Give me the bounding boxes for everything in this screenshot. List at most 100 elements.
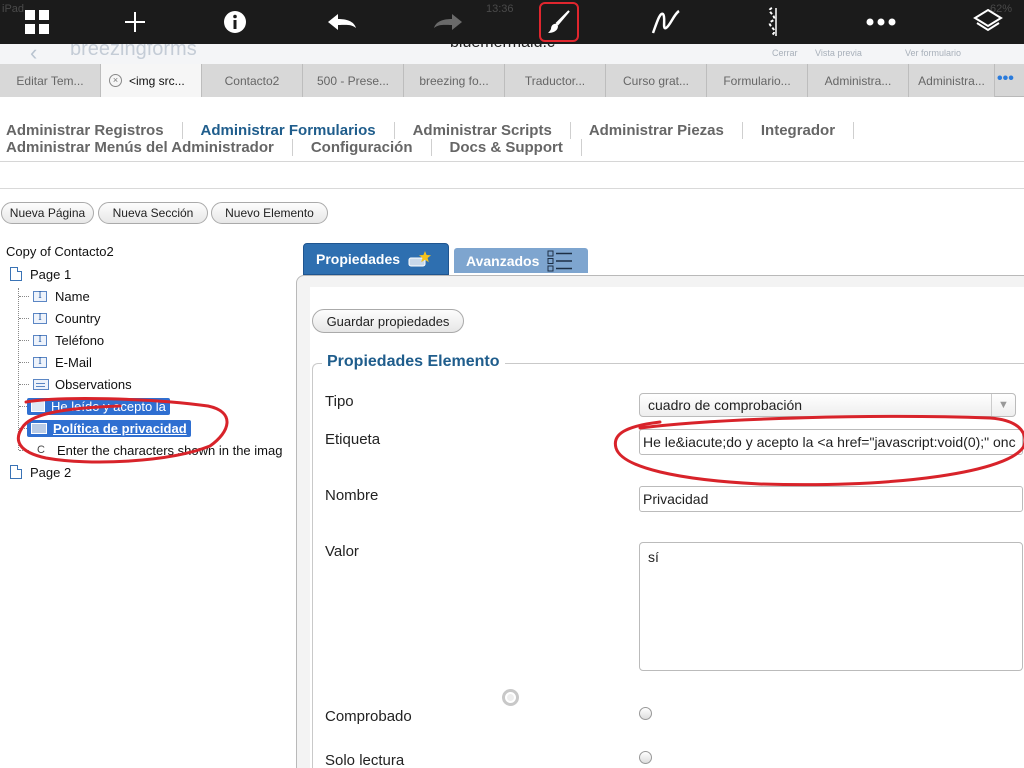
redo-icon[interactable] bbox=[428, 4, 468, 40]
textarea-icon bbox=[33, 378, 49, 390]
tree-item-label: Teléfono bbox=[55, 332, 105, 348]
undo-icon[interactable] bbox=[322, 4, 362, 40]
new-element-button[interactable]: Nuevo Elemento bbox=[211, 202, 328, 224]
chevron-down-icon: ▼ bbox=[991, 394, 1015, 416]
tab-label: Contacto2 bbox=[224, 73, 280, 88]
tree-item[interactable]: I E-Mail bbox=[33, 353, 92, 371]
info-icon[interactable] bbox=[215, 4, 255, 40]
etiqueta-label: Etiqueta bbox=[325, 431, 381, 448]
grid-icon[interactable] bbox=[17, 4, 57, 40]
menu-item-registros[interactable]: Administrar Registros bbox=[6, 122, 183, 139]
ghost-label-2: Vista previa bbox=[815, 48, 862, 58]
tab-advanced[interactable]: Avanzados bbox=[454, 248, 588, 273]
tree-connector bbox=[19, 362, 29, 363]
etiqueta-input[interactable]: He le&iacute;do y acepto la <a href="jav… bbox=[639, 429, 1023, 455]
new-section-button[interactable]: Nueva Sección bbox=[98, 202, 208, 224]
lasso-icon[interactable] bbox=[752, 4, 792, 40]
browser-tab[interactable]: Traductor... bbox=[505, 64, 606, 97]
browser-tab[interactable]: Formulario... bbox=[707, 64, 808, 97]
tab-label: Traductor... bbox=[524, 73, 586, 88]
browser-tab-active[interactable]: × <img src... bbox=[101, 64, 202, 97]
browser-tab[interactable]: Administra... bbox=[909, 64, 995, 97]
status-time: 13:36 bbox=[486, 3, 514, 15]
comprobado-radio[interactable] bbox=[639, 707, 652, 720]
tab-label: breezing fo... bbox=[419, 73, 489, 88]
ghost-label-1: Cerrar bbox=[772, 48, 798, 58]
menu-item-scripts[interactable]: Administrar Scripts bbox=[413, 122, 571, 139]
tree-connector bbox=[19, 340, 29, 341]
tree-page-1[interactable]: Page 1 bbox=[10, 265, 71, 283]
menu-item-menus[interactable]: Administrar Menús del Administrador bbox=[6, 139, 293, 156]
tree-item-selected[interactable]: Política de privacidad bbox=[27, 419, 191, 437]
admin-menu-row: Administrar Registros Administrar Formul… bbox=[6, 122, 872, 139]
tipo-label: Tipo bbox=[325, 393, 354, 410]
tree-root[interactable]: Copy of Contacto2 bbox=[6, 244, 114, 259]
valor-textarea[interactable]: sí bbox=[639, 542, 1023, 671]
tree-item[interactable]: I Country bbox=[33, 309, 101, 327]
comprobado-label: Comprobado bbox=[325, 708, 412, 725]
browser-tab[interactable]: 500 - Prese... bbox=[303, 64, 404, 97]
tree-page-label: Page 2 bbox=[30, 464, 72, 480]
tab-close-icon[interactable]: × bbox=[109, 74, 122, 87]
more-tabs-icon[interactable]: ••• bbox=[997, 64, 1017, 96]
screen: iPad 13:36 62% ‹ breezingforms Cerrar Vi… bbox=[0, 0, 1024, 768]
tree-connector bbox=[19, 296, 29, 297]
checkbox-icon bbox=[31, 400, 45, 412]
nombre-label: Nombre bbox=[325, 487, 379, 504]
layers-icon[interactable] bbox=[968, 4, 1008, 40]
tree-item-label: Country bbox=[55, 310, 101, 326]
tab-label: Administra... bbox=[824, 73, 892, 88]
browser-tab[interactable]: Curso grat... bbox=[606, 64, 707, 97]
tab-label: <img src... bbox=[129, 73, 185, 88]
tab-properties[interactable]: Propiedades bbox=[303, 243, 449, 275]
tab-label: Propiedades bbox=[316, 251, 401, 267]
tipo-select[interactable]: cuadro de comprobación ▼ bbox=[639, 393, 1016, 417]
menu-item-integrador[interactable]: Integrador bbox=[761, 122, 855, 139]
tree-item[interactable]: I Teléfono bbox=[33, 331, 104, 349]
browser-tab[interactable]: Editar Tem... bbox=[0, 64, 101, 97]
tree-item[interactable]: Observations bbox=[33, 375, 132, 393]
tree-page-2[interactable]: Page 2 bbox=[10, 463, 71, 481]
menu-item-piezas[interactable]: Administrar Piezas bbox=[589, 122, 743, 139]
tree-item[interactable]: I Name bbox=[33, 287, 90, 305]
tree-selection: Política de privacidad bbox=[27, 419, 191, 437]
text-field-icon: I bbox=[33, 356, 47, 368]
back-arrow-icon[interactable]: ‹ bbox=[30, 44, 37, 64]
tree-connector bbox=[18, 288, 19, 450]
browser-tab[interactable]: Contacto2 bbox=[202, 64, 303, 97]
folder-icon bbox=[31, 422, 47, 434]
admin-menu-row: Administrar Menús del Administrador Conf… bbox=[6, 139, 600, 156]
more-icon[interactable] bbox=[861, 4, 901, 40]
solo-lectura-radio[interactable] bbox=[639, 751, 652, 764]
new-page-button[interactable]: Nueva Página bbox=[1, 202, 94, 224]
drawing-toolbar: iPad 13:36 62% bbox=[0, 0, 1024, 44]
browser-tab[interactable]: breezing fo... bbox=[404, 64, 505, 97]
tipo-select-value: cuadro de comprobación bbox=[648, 397, 803, 413]
tree-item-label: E-Mail bbox=[55, 354, 92, 370]
tree-item[interactable]: C Enter the characters shown in the imag bbox=[37, 441, 282, 459]
tree-selection: He leído y acepto la bbox=[27, 397, 170, 415]
tab-label: Avanzados bbox=[466, 252, 540, 269]
tree-item-label: Name bbox=[55, 288, 90, 304]
browser-url-strip: ‹ breezingforms bluemermaid.c Cerrar Vis… bbox=[0, 44, 1024, 64]
tree-item-label: Observations bbox=[55, 376, 132, 392]
tab-label: Formulario... bbox=[723, 73, 791, 88]
brush-icon[interactable] bbox=[539, 4, 579, 40]
plus-icon[interactable] bbox=[115, 4, 155, 40]
menu-item-configuracion[interactable]: Configuración bbox=[311, 139, 432, 156]
tree-page-label: Page 1 bbox=[30, 266, 72, 282]
tree-connector bbox=[19, 450, 29, 451]
browser-tab-bar: Editar Tem... × <img src... Contacto2 500… bbox=[0, 64, 1024, 97]
tab-label: Editar Tem... bbox=[16, 73, 84, 88]
browser-tab[interactable]: Administra... bbox=[808, 64, 909, 97]
nombre-input[interactable]: Privacidad bbox=[639, 486, 1023, 512]
menu-item-formularios[interactable]: Administrar Formularios bbox=[201, 122, 395, 139]
save-properties-button[interactable]: Guardar propiedades bbox=[312, 309, 464, 333]
pen-icon[interactable] bbox=[646, 4, 686, 40]
menu-item-docs[interactable]: Docs & Support bbox=[450, 139, 582, 156]
tree-item-label: Enter the characters shown in the imag bbox=[57, 442, 283, 458]
tree-item-selected[interactable]: He leído y acepto la bbox=[27, 397, 170, 415]
url-field[interactable]: bluemermaid.c bbox=[450, 44, 555, 52]
ghost-label-3: Ver formulario bbox=[905, 48, 962, 58]
tree-connector bbox=[19, 384, 29, 385]
